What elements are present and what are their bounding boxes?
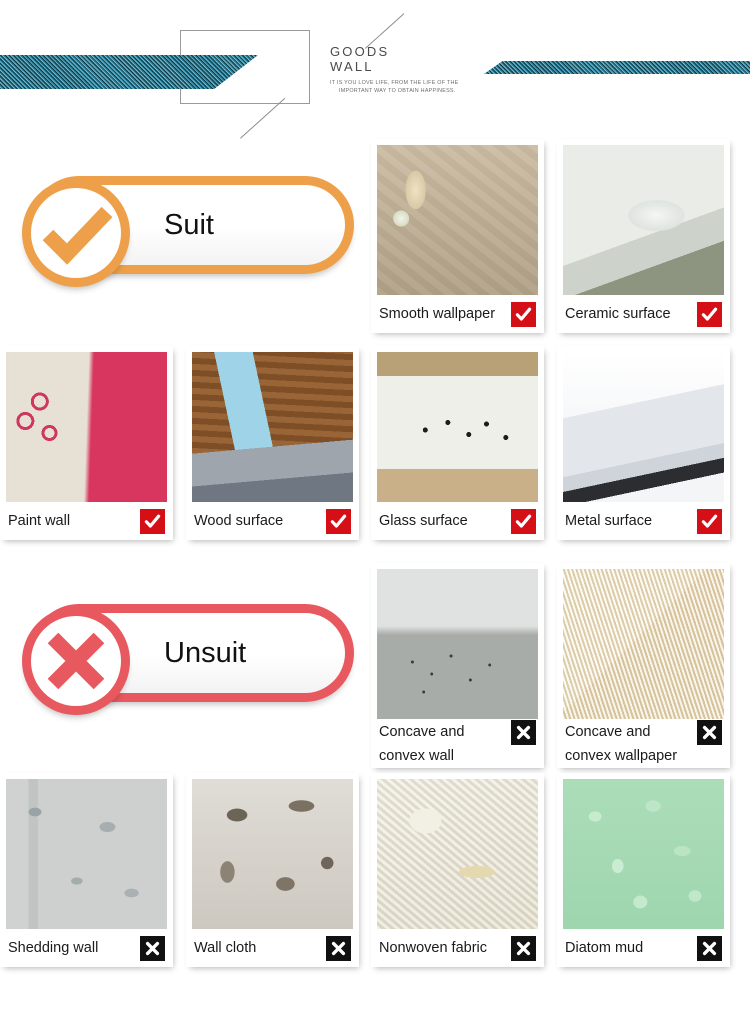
header-title-line1: GOODS [330,44,390,59]
card-label: Concave and convex wall [379,720,464,768]
card-caption: Wall cloth [192,929,353,967]
card-caption: Nonwoven fabric [377,929,538,967]
card-photo [563,352,724,502]
white-x-icon [326,935,351,961]
card-photo [377,779,538,929]
header-tagline-line1: IT IS YOU LOVE LIFE, FROM THE LIFE OF TH… [330,80,459,86]
card-label-line2: convex wall [379,748,454,764]
white-check-icon [511,301,536,327]
suit-section-badge: Suit [14,176,354,287]
card-caption: Ceramic surface [563,295,724,333]
page-header: GOODS WALL IT IS YOU LOVE LIFE, FROM THE… [0,0,750,139]
card-metal-surface[interactable]: Metal surface [557,346,730,540]
card-caption: Paint wall [6,502,167,540]
card-label-line1: Concave and [379,724,465,740]
card-photo [6,352,167,502]
header-banner-right [484,61,750,74]
white-x-icon [511,720,536,745]
card-label-line2: convex wallpaper [565,748,678,764]
card-label: Diatom mud [565,940,644,956]
card-shedding-wall[interactable]: Shedding wall [0,773,173,967]
card-glass-surface[interactable]: Glass surface [371,346,544,540]
card-photo [563,779,724,929]
card-caption: Smooth wallpaper [377,295,538,333]
card-photo [563,569,724,719]
card-label: Smooth wallpaper [379,306,496,322]
header-title-line2: WALL [330,59,374,74]
card-nonwoven-fabric[interactable]: Nonwoven fabric [371,773,544,967]
card-label: Paint wall [8,513,71,529]
card-caption: Metal surface [563,502,724,540]
card-label: Shedding wall [8,940,99,956]
card-caption: Wood surface [192,502,353,540]
card-concave-convex-wall[interactable]: Concave and convex wall [371,563,544,768]
card-caption: Concave and convex wall [377,719,538,768]
unsuit-label: Unsuit [164,636,247,669]
card-paint-wall[interactable]: Paint wall [0,346,173,540]
card-photo [377,569,538,719]
card-ceramic-surface[interactable]: Ceramic surface [557,139,730,333]
card-label: Ceramic surface [565,306,671,322]
card-caption: Shedding wall [6,929,167,967]
white-x-icon [511,935,536,961]
white-check-icon [697,508,722,534]
card-wall-cloth[interactable]: Wall cloth [186,773,359,967]
white-x-icon [697,720,722,745]
suit-label: Suit [164,208,214,241]
check-mark-icon [42,206,113,265]
card-label: Wood surface [194,513,284,529]
white-x-icon [140,935,165,961]
white-x-icon [697,935,722,961]
cross-mark-icon [47,632,105,690]
card-label: Concave and convex wallpaper [565,720,677,768]
header-tagline-line2: IMPORTANT WAY TO OBTAIN HAPPINESS. [339,88,456,94]
card-photo [6,779,167,929]
card-label: Glass surface [379,513,468,529]
card-caption: Glass surface [377,502,538,540]
card-label: Metal surface [565,513,653,529]
card-label-line1: Concave and [565,724,651,740]
white-check-icon [697,301,722,327]
header-tagline: IT IS YOU LOVE LIFE, FROM THE LIFE OF TH… [330,79,500,95]
card-caption: Diatom mud [563,929,724,967]
card-label: Wall cloth [194,940,257,956]
white-check-icon [326,508,351,534]
card-caption: Concave and convex wallpaper [563,719,724,768]
card-photo [377,352,538,502]
header-banner-left [0,55,258,89]
card-concave-convex-wallpaper[interactable]: Concave and convex wallpaper [557,563,730,768]
card-photo [192,352,353,502]
card-diatom-mud[interactable]: Diatom mud [557,773,730,967]
card-photo [192,779,353,929]
card-photo [563,145,724,295]
header-text-block: GOODS WALL IT IS YOU LOVE LIFE, FROM THE… [330,44,500,95]
white-check-icon [140,508,165,534]
card-photo [377,145,538,295]
unsuit-section-badge: Unsuit [14,604,354,715]
card-smooth-wallpaper[interactable]: Smooth wallpaper [371,139,544,333]
card-wood-surface[interactable]: Wood surface [186,346,359,540]
white-check-icon [511,508,536,534]
card-label: Nonwoven fabric [379,940,487,956]
